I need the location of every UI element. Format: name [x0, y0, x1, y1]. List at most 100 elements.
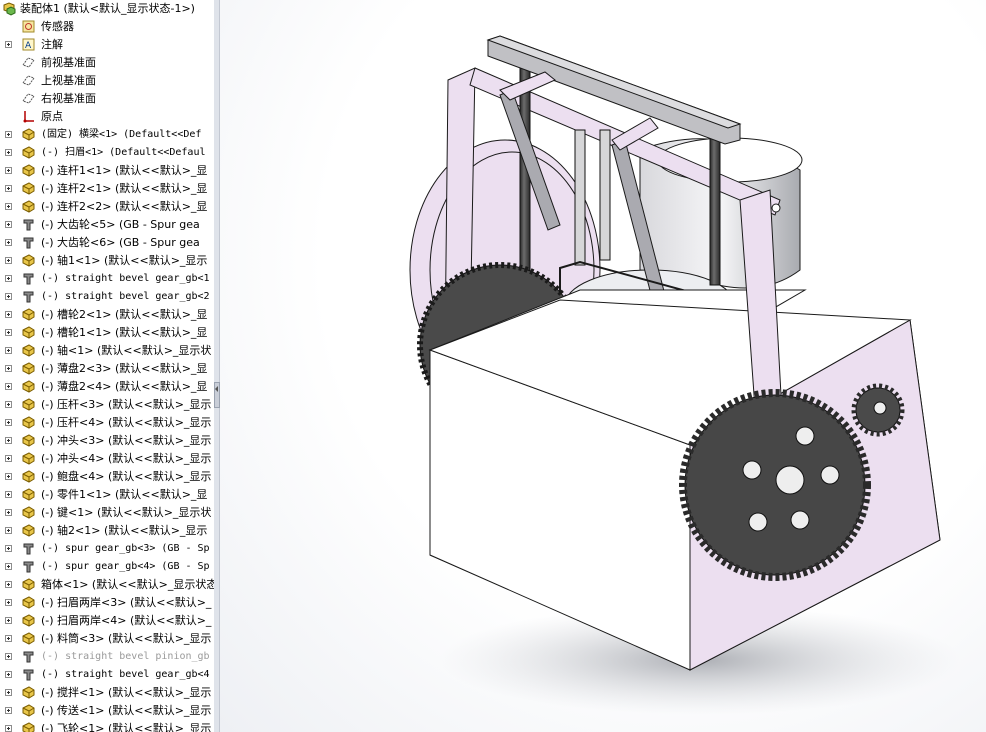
tree-component-row[interactable]: (-) 鲍盘<4> (默认<<默认>_显示	[0, 468, 214, 486]
sensor-icon	[22, 20, 35, 33]
expand-icon[interactable]	[5, 689, 12, 696]
tree-component-row[interactable]: (-) straight bevel gear_gb<2	[0, 288, 214, 306]
tree-component-row[interactable]: (-) 连杆1<1> (默认<<默认>_显	[0, 162, 214, 180]
front-gear-hub	[775, 465, 805, 495]
tree-component-row[interactable]: (-) 连杆2<1> (默认<<默认>_显	[0, 180, 214, 198]
tree-component-row[interactable]: (-) straight bevel pinion_gb	[0, 648, 214, 666]
tree-component-row[interactable]: (-) 薄盘2<3> (默认<<默认>_显	[0, 360, 214, 378]
part-icon	[22, 686, 35, 699]
gear-hole-2	[820, 465, 840, 485]
tree-component-label: (-) straight bevel gear_gb<4	[41, 669, 210, 680]
tree-component-row[interactable]: (-) 扫眉两岸<3> (默认<<默认>_	[0, 594, 214, 612]
tree-component-row[interactable]: (-) 轴1<1> (默认<<默认>_显示	[0, 252, 214, 270]
tree-component-label: (-) 扫眉<1> (Default<<Defaul	[41, 147, 206, 158]
expand-icon[interactable]	[5, 509, 12, 516]
tree-component-label: (-) 薄盘2<3> (默认<<默认>_显	[41, 362, 208, 375]
tree-component-row[interactable]: (-) 扫眉<1> (Default<<Defaul	[0, 144, 214, 162]
tree-item-plane[interactable]: 右视基准面	[0, 90, 214, 108]
tree-component-row[interactable]: (-) 大齿轮<6> (GB - Spur gea	[0, 234, 214, 252]
tree-component-label: 箱体<1> (默认<<默认>_显示状态	[41, 578, 214, 591]
expand-icon[interactable]	[5, 581, 12, 588]
expand-icon[interactable]	[5, 41, 12, 48]
expand-icon[interactable]	[5, 473, 12, 480]
tree-component-label: (-) 轴2<1> (默认<<默认>_显示	[41, 524, 208, 537]
expand-icon[interactable]	[5, 311, 12, 318]
expand-icon[interactable]	[5, 563, 12, 570]
part-icon	[22, 488, 35, 501]
expand-icon[interactable]	[5, 617, 12, 624]
tree-component-row[interactable]: (-) 冲头<3> (默认<<默认>_显示	[0, 432, 214, 450]
expand-icon[interactable]	[5, 599, 12, 606]
tree-item-sensor[interactable]: 传感器	[0, 18, 214, 36]
expand-icon[interactable]	[5, 221, 12, 228]
expand-icon[interactable]	[5, 455, 12, 462]
tree-component-label: (-) 大齿轮<5> (GB - Spur gea	[41, 218, 200, 231]
expand-icon[interactable]	[5, 239, 12, 246]
gear-hole-5	[742, 460, 762, 480]
expand-icon[interactable]	[5, 185, 12, 192]
tree-component-row[interactable]: (-) 料筒<3> (默认<<默认>_显示	[0, 630, 214, 648]
expand-icon[interactable]	[5, 725, 12, 732]
annotation-icon: A	[22, 38, 35, 51]
expand-icon[interactable]	[5, 707, 12, 714]
expand-icon[interactable]	[5, 347, 12, 354]
tree-component-row[interactable]: (-) 槽轮1<1> (默认<<默认>_显	[0, 324, 214, 342]
expand-icon[interactable]	[5, 365, 12, 372]
tree-component-row[interactable]: (-) 轴2<1> (默认<<默认>_显示	[0, 522, 214, 540]
expand-icon[interactable]	[5, 293, 12, 300]
tree-item-plane[interactable]: 前视基准面	[0, 54, 214, 72]
plane-icon	[22, 57, 35, 68]
expand-icon[interactable]	[5, 131, 12, 138]
tree-component-row[interactable]: (-) 零件1<1> (默认<<默认>_显	[0, 486, 214, 504]
expand-icon[interactable]	[5, 257, 12, 264]
toolbox-part-icon	[23, 291, 34, 303]
expand-icon[interactable]	[5, 329, 12, 336]
expand-icon[interactable]	[5, 653, 12, 660]
assembly-icon	[3, 2, 16, 16]
tree-component-row[interactable]: (-) 压杆<3> (默认<<默认>_显示	[0, 396, 214, 414]
tree-component-row[interactable]: (-) straight bevel gear_gb<1	[0, 270, 214, 288]
expand-icon[interactable]	[5, 167, 12, 174]
tree-component-row[interactable]: (-) 传送<1> (默认<<默认>_显示	[0, 702, 214, 720]
tree-item-label: 原点	[41, 110, 63, 123]
tree-root-row[interactable]: 装配体1 (默认<默认_显示状态-1>)	[0, 0, 214, 18]
tree-component-row[interactable]: (-) 键<1> (默认<<默认>_显示状	[0, 504, 214, 522]
tree-component-row[interactable]: (-) spur gear_gb<3> (GB - Sp	[0, 540, 214, 558]
expand-icon[interactable]	[5, 545, 12, 552]
tree-component-row[interactable]: (-) 飞轮<1> (默认<<默认>_显示	[0, 720, 214, 732]
tree-component-row[interactable]: (-) 冲头<4> (默认<<默认>_显示	[0, 450, 214, 468]
tree-component-label: (-) spur gear_gb<4> (GB - Sp	[41, 561, 210, 572]
assembly-model	[409, 35, 960, 715]
tree-item-annotation[interactable]: A 注解	[0, 36, 214, 54]
feature-manager-tree: 装配体1 (默认<默认_显示状态-1>) 传感器 A 注解 前视基准面 上视基准面 右视基…	[0, 0, 215, 732]
tree-component-row[interactable]: (-) spur gear_gb<4> (GB - Sp	[0, 558, 214, 576]
tree-component-row[interactable]: (-) 薄盘2<4> (默认<<默认>_显	[0, 378, 214, 396]
tree-component-row[interactable]: (-) 搅拌<1> (默认<<默认>_显示	[0, 684, 214, 702]
tree-component-label: (-) 槽轮2<1> (默认<<默认>_显	[41, 308, 208, 321]
press-rod-4	[709, 134, 721, 286]
tree-component-row[interactable]: (-) 槽轮2<1> (默认<<默认>_显	[0, 306, 214, 324]
tree-component-row[interactable]: (-) 大齿轮<5> (GB - Spur gea	[0, 216, 214, 234]
tree-item-origin[interactable]: 原点	[0, 108, 214, 126]
expand-icon[interactable]	[5, 491, 12, 498]
tree-component-row[interactable]: 箱体<1> (默认<<默认>_显示状态	[0, 576, 214, 594]
expand-icon[interactable]	[5, 401, 12, 408]
expand-icon[interactable]	[5, 671, 12, 678]
tree-component-row[interactable]: (-) straight bevel gear_gb<4	[0, 666, 214, 684]
expand-icon[interactable]	[5, 437, 12, 444]
expand-icon[interactable]	[5, 383, 12, 390]
tree-component-row[interactable]: (固定) 横梁<1> (Default<<Def	[0, 126, 214, 144]
expand-icon[interactable]	[5, 275, 12, 282]
expand-icon[interactable]	[5, 635, 12, 642]
tree-component-row[interactable]: (-) 扫眉两岸<4> (默认<<默认>_	[0, 612, 214, 630]
expand-icon[interactable]	[5, 527, 12, 534]
graphics-viewport[interactable]	[220, 0, 986, 732]
tree-component-row[interactable]: (-) 压杆<4> (默认<<默认>_显示	[0, 414, 214, 432]
tree-component-row[interactable]: (-) 连杆2<2> (默认<<默认>_显	[0, 198, 214, 216]
expand-icon[interactable]	[5, 419, 12, 426]
part-icon	[22, 128, 35, 141]
expand-icon[interactable]	[5, 149, 12, 156]
tree-item-plane[interactable]: 上视基准面	[0, 72, 214, 90]
tree-component-row[interactable]: (-) 轴<1> (默认<<默认>_显示状	[0, 342, 214, 360]
expand-icon[interactable]	[5, 203, 12, 210]
